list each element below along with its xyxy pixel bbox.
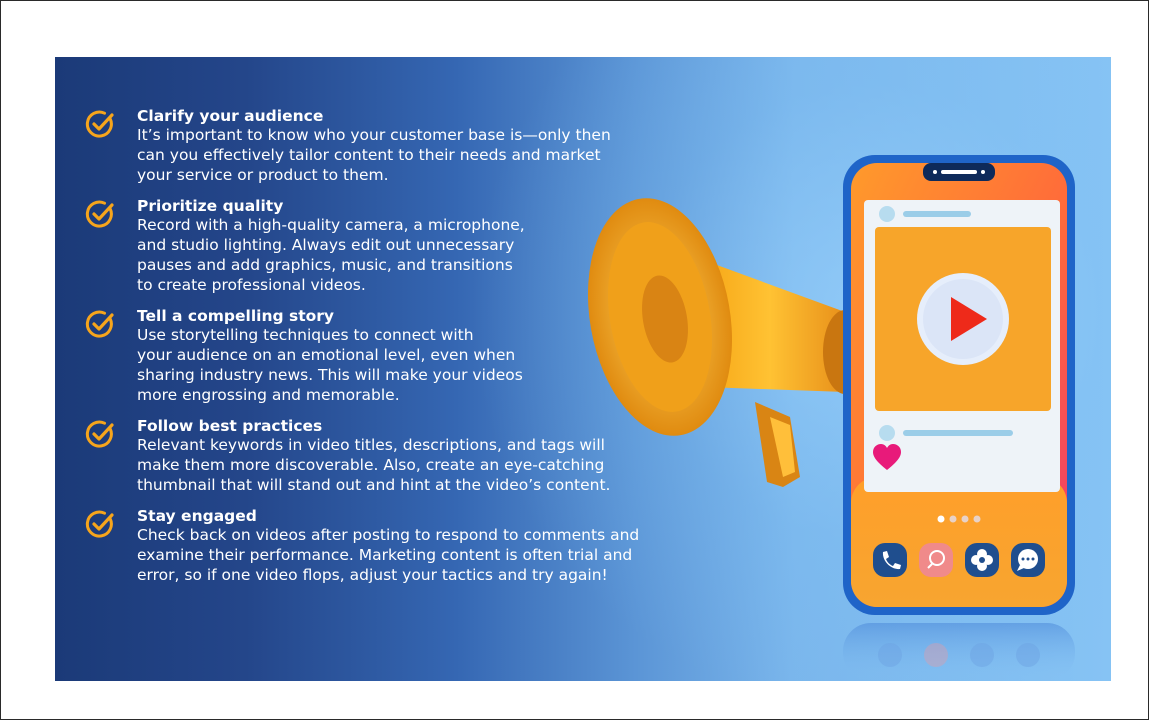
tips-list: Clarify your audience It’s important to … <box>85 107 705 597</box>
search-icon <box>919 543 953 577</box>
check-circle-icon <box>85 200 114 228</box>
tip-body: Record with a high-quality camera, a mic… <box>137 216 525 294</box>
tip-title: Prioritize quality <box>137 197 284 215</box>
tip-body: Check back on videos after posting to re… <box>137 526 640 584</box>
smartphone-icon <box>843 155 1075 615</box>
tip-title: Tell a compelling story <box>137 307 334 325</box>
tip-item: Clarify your audience It’s important to … <box>85 107 705 185</box>
tip-item: Tell a compelling story Use storytelling… <box>85 307 705 405</box>
tip-body: Relevant keywords in video titles, descr… <box>137 436 611 494</box>
tip-title: Stay engaged <box>137 507 257 525</box>
check-circle-icon <box>85 420 114 448</box>
phone-call-icon <box>873 543 907 577</box>
tip-body: It’s important to know who your customer… <box>137 126 611 184</box>
tip-title: Follow best practices <box>137 417 323 435</box>
flower-icon <box>965 543 999 577</box>
slide-frame: Clarify your audience It’s important to … <box>0 0 1149 720</box>
check-circle-icon <box>85 110 114 138</box>
tip-item: Follow best practices Relevant keywords … <box>85 417 705 495</box>
play-button-icon <box>917 273 1009 365</box>
phone-reflection <box>843 623 1075 681</box>
check-circle-icon <box>85 510 114 538</box>
tip-item: Stay engaged Check back on videos after … <box>85 507 705 585</box>
check-circle-icon <box>85 310 114 338</box>
tip-title: Clarify your audience <box>137 107 324 125</box>
tip-body: Use storytelling techniques to connect w… <box>137 326 523 404</box>
chat-bubble-icon <box>1011 543 1045 577</box>
banner: Clarify your audience It’s important to … <box>55 57 1111 681</box>
tip-item: Prioritize quality Record with a high-qu… <box>85 197 705 295</box>
